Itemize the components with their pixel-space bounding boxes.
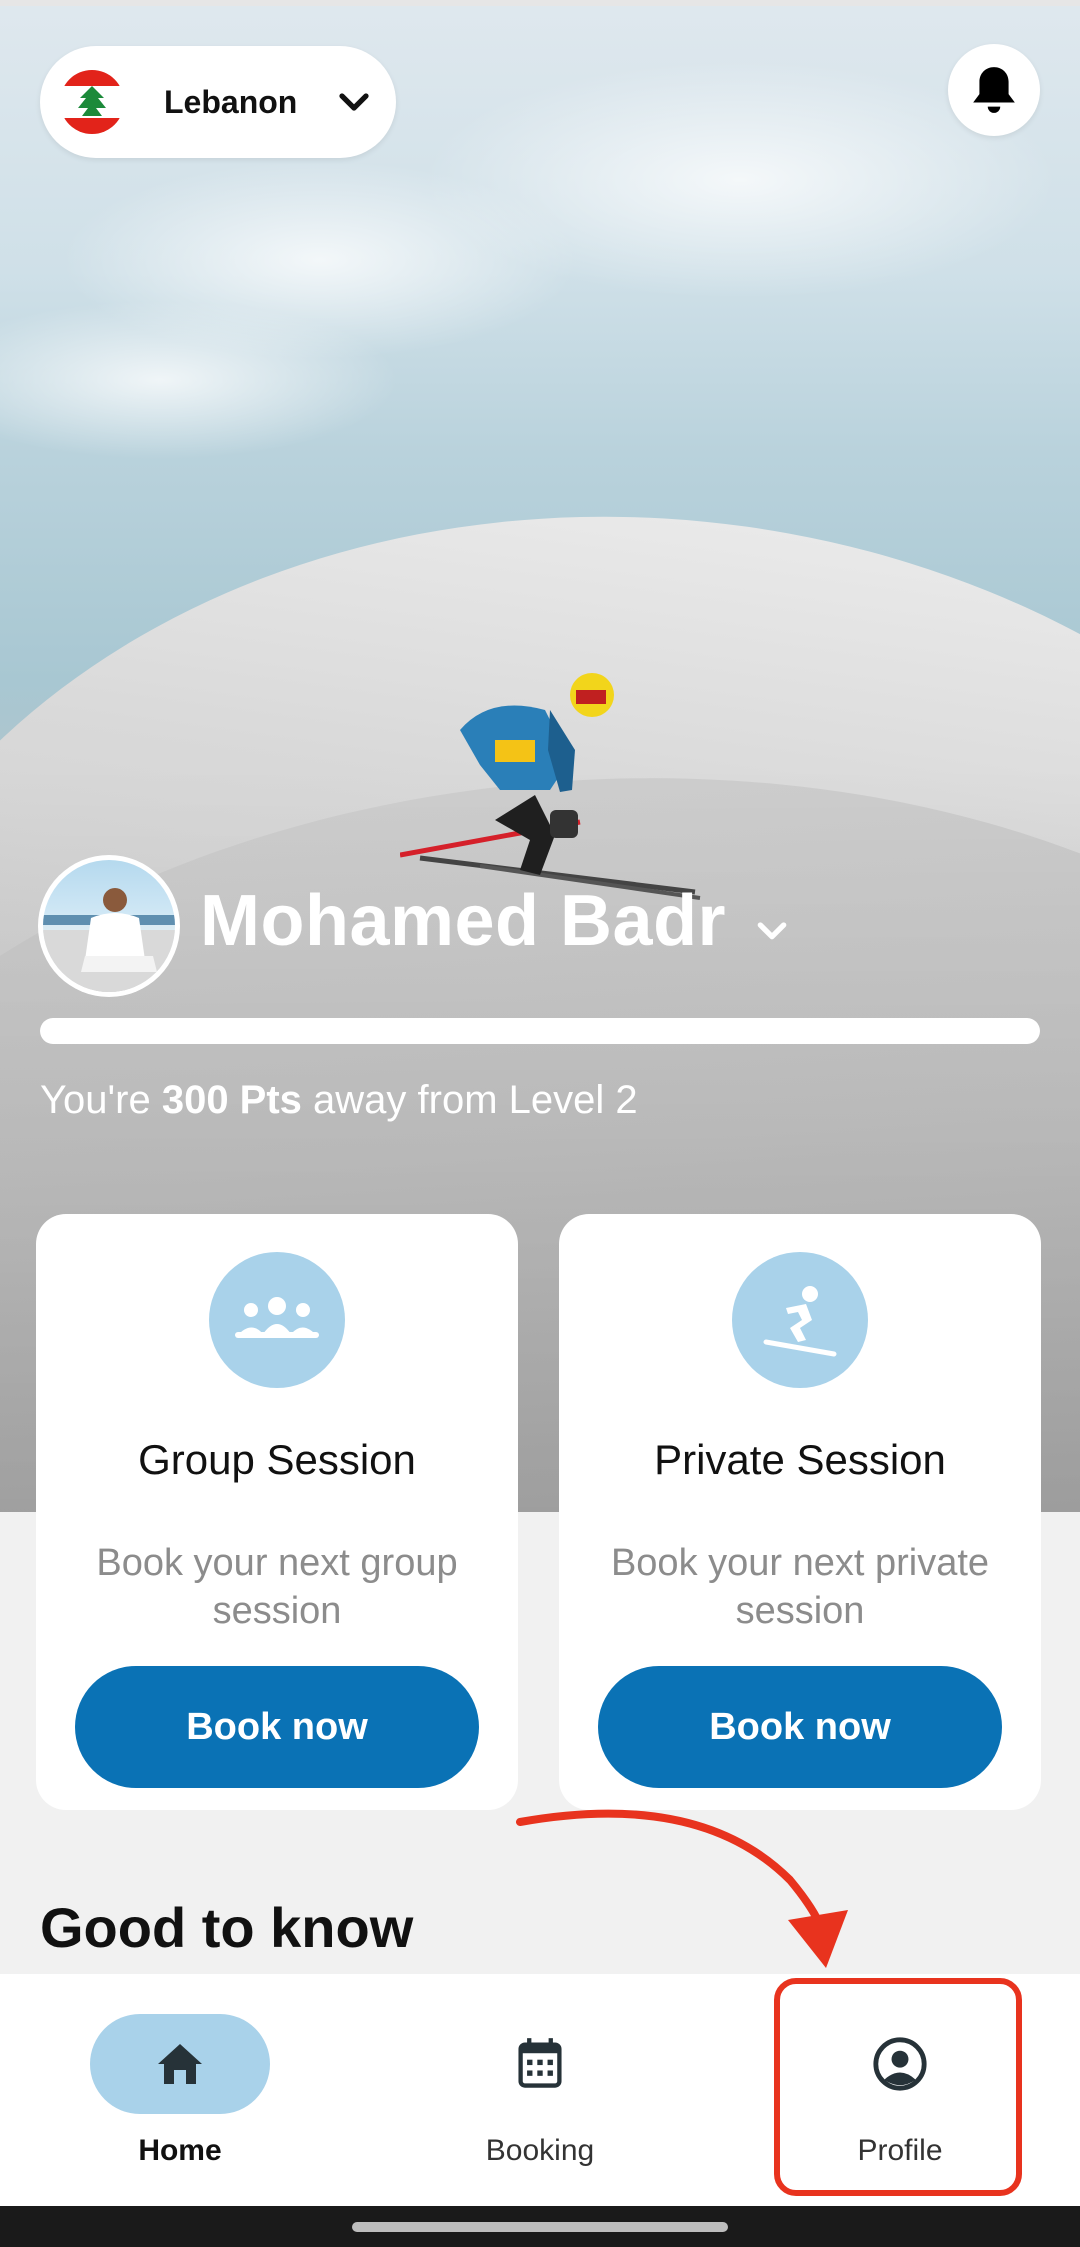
- nav-booking[interactable]: Booking: [430, 2014, 650, 2168]
- section-title: Good to know: [40, 1896, 414, 1959]
- points-value: 300 Pts: [161, 1078, 302, 1122]
- status-bar-strip: [0, 0, 1080, 6]
- level-progress-fill: [40, 1018, 1040, 1044]
- skier-illustration: [400, 673, 701, 900]
- avatar[interactable]: [38, 855, 180, 997]
- card-description: Book your next private session: [610, 1542, 990, 1632]
- system-gesture-bar: [0, 2206, 1080, 2247]
- lebanon-flag-icon: [60, 70, 124, 134]
- card-title: Group Session: [138, 1436, 416, 1483]
- gesture-handle[interactable]: [352, 2222, 728, 2232]
- calendar-icon: [518, 2038, 562, 2088]
- nav-label: Booking: [485, 2134, 595, 2167]
- user-name[interactable]: Mohamed Badr: [200, 880, 726, 962]
- country-selector[interactable]: Lebanon: [40, 46, 396, 158]
- level-progress-bar: [40, 1018, 1040, 1044]
- book-private-session-button[interactable]: Book now: [598, 1666, 1002, 1788]
- card-title: Private Session: [654, 1436, 946, 1483]
- profile-photo: [43, 888, 175, 992]
- country-name: Lebanon: [164, 83, 298, 120]
- private-session-card: Private Session Book your next private s…: [559, 1214, 1041, 1810]
- nav-home[interactable]: Home: [70, 2014, 290, 2168]
- card-description: Book your next group session: [96, 1542, 458, 1632]
- chevron-down-icon: [339, 93, 369, 111]
- home-icon: [158, 2044, 202, 2084]
- skier-icon: [732, 1252, 868, 1388]
- chevron-down-icon[interactable]: [752, 910, 792, 950]
- notifications-button[interactable]: [948, 44, 1040, 136]
- group-icon: [209, 1252, 345, 1388]
- level-status-text: You're 300 Pts away from Level 2: [40, 1078, 638, 1122]
- book-group-session-button[interactable]: Book now: [75, 1666, 479, 1788]
- bell-icon: [973, 67, 1015, 113]
- nav-label: Home: [138, 2134, 222, 2167]
- group-session-card: Group Session Book your next group sessi…: [36, 1214, 518, 1810]
- profile-highlight-box: [774, 1978, 1022, 2196]
